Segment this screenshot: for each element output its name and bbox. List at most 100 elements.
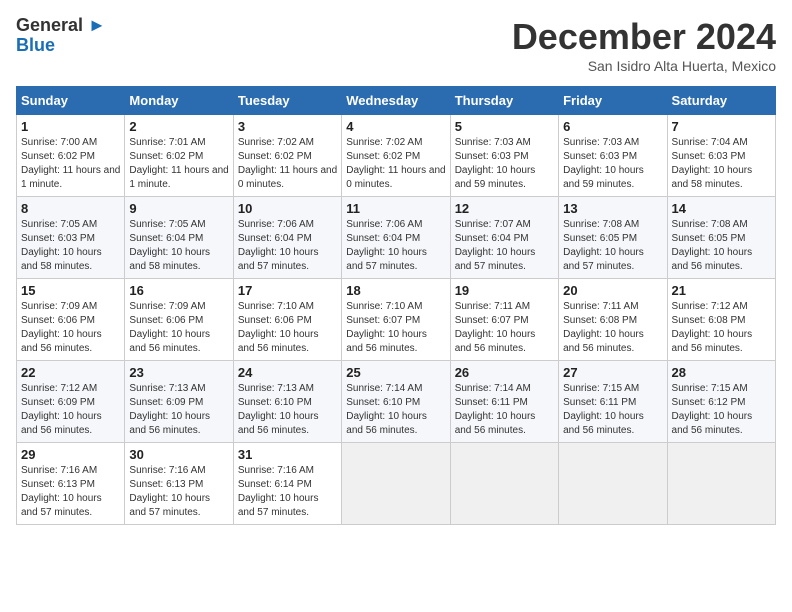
calendar-cell: 12 Sunrise: 7:07 AM Sunset: 6:04 PM Dayl… <box>450 197 558 279</box>
calendar-cell: 16 Sunrise: 7:09 AM Sunset: 6:06 PM Dayl… <box>125 279 233 361</box>
day-info: Sunrise: 7:08 AM Sunset: 6:05 PM Dayligh… <box>672 218 771 274</box>
calendar-cell: 5 Sunrise: 7:03 AM Sunset: 6:03 PM Dayli… <box>450 115 558 197</box>
day-number: 22 <box>21 365 120 380</box>
header-row: Sunday Monday Tuesday Wednesday Thursday… <box>17 87 776 115</box>
day-info: Sunrise: 7:00 AM Sunset: 6:02 PM Dayligh… <box>21 136 120 192</box>
calendar-cell <box>342 443 450 525</box>
col-monday: Monday <box>125 87 233 115</box>
day-number: 3 <box>238 119 337 134</box>
day-info: Sunrise: 7:04 AM Sunset: 6:03 PM Dayligh… <box>672 136 771 192</box>
day-number: 17 <box>238 283 337 298</box>
day-number: 30 <box>129 447 228 462</box>
calendar-cell: 21 Sunrise: 7:12 AM Sunset: 6:08 PM Dayl… <box>667 279 775 361</box>
day-number: 28 <box>672 365 771 380</box>
day-number: 18 <box>346 283 445 298</box>
logo: General ► Blue <box>16 16 106 56</box>
calendar-cell: 19 Sunrise: 7:11 AM Sunset: 6:07 PM Dayl… <box>450 279 558 361</box>
day-number: 9 <box>129 201 228 216</box>
day-info: Sunrise: 7:02 AM Sunset: 6:02 PM Dayligh… <box>238 136 337 192</box>
calendar-cell: 6 Sunrise: 7:03 AM Sunset: 6:03 PM Dayli… <box>559 115 667 197</box>
day-number: 5 <box>455 119 554 134</box>
day-number: 26 <box>455 365 554 380</box>
day-info: Sunrise: 7:09 AM Sunset: 6:06 PM Dayligh… <box>129 300 228 356</box>
calendar-cell: 28 Sunrise: 7:15 AM Sunset: 6:12 PM Dayl… <box>667 361 775 443</box>
calendar-cell: 25 Sunrise: 7:14 AM Sunset: 6:10 PM Dayl… <box>342 361 450 443</box>
day-number: 12 <box>455 201 554 216</box>
day-number: 19 <box>455 283 554 298</box>
calendar-cell <box>450 443 558 525</box>
day-info: Sunrise: 7:13 AM Sunset: 6:10 PM Dayligh… <box>238 382 337 438</box>
day-info: Sunrise: 7:13 AM Sunset: 6:09 PM Dayligh… <box>129 382 228 438</box>
calendar-week-4: 29 Sunrise: 7:16 AM Sunset: 6:13 PM Dayl… <box>17 443 776 525</box>
col-wednesday: Wednesday <box>342 87 450 115</box>
calendar-cell: 3 Sunrise: 7:02 AM Sunset: 6:02 PM Dayli… <box>233 115 341 197</box>
calendar-week-2: 15 Sunrise: 7:09 AM Sunset: 6:06 PM Dayl… <box>17 279 776 361</box>
calendar-cell: 11 Sunrise: 7:06 AM Sunset: 6:04 PM Dayl… <box>342 197 450 279</box>
month-title: December 2024 <box>512 16 776 58</box>
calendar-week-3: 22 Sunrise: 7:12 AM Sunset: 6:09 PM Dayl… <box>17 361 776 443</box>
calendar-cell <box>667 443 775 525</box>
day-info: Sunrise: 7:15 AM Sunset: 6:11 PM Dayligh… <box>563 382 662 438</box>
title-area: December 2024 San Isidro Alta Huerta, Me… <box>512 16 776 74</box>
calendar-cell: 15 Sunrise: 7:09 AM Sunset: 6:06 PM Dayl… <box>17 279 125 361</box>
day-number: 10 <box>238 201 337 216</box>
calendar-week-0: 1 Sunrise: 7:00 AM Sunset: 6:02 PM Dayli… <box>17 115 776 197</box>
day-info: Sunrise: 7:05 AM Sunset: 6:04 PM Dayligh… <box>129 218 228 274</box>
day-info: Sunrise: 7:09 AM Sunset: 6:06 PM Dayligh… <box>21 300 120 356</box>
day-info: Sunrise: 7:14 AM Sunset: 6:10 PM Dayligh… <box>346 382 445 438</box>
day-info: Sunrise: 7:11 AM Sunset: 6:08 PM Dayligh… <box>563 300 662 356</box>
day-info: Sunrise: 7:14 AM Sunset: 6:11 PM Dayligh… <box>455 382 554 438</box>
calendar-week-1: 8 Sunrise: 7:05 AM Sunset: 6:03 PM Dayli… <box>17 197 776 279</box>
day-info: Sunrise: 7:03 AM Sunset: 6:03 PM Dayligh… <box>563 136 662 192</box>
calendar-cell: 30 Sunrise: 7:16 AM Sunset: 6:13 PM Dayl… <box>125 443 233 525</box>
day-number: 31 <box>238 447 337 462</box>
calendar-cell: 1 Sunrise: 7:00 AM Sunset: 6:02 PM Dayli… <box>17 115 125 197</box>
col-thursday: Thursday <box>450 87 558 115</box>
calendar-cell: 26 Sunrise: 7:14 AM Sunset: 6:11 PM Dayl… <box>450 361 558 443</box>
day-number: 4 <box>346 119 445 134</box>
col-friday: Friday <box>559 87 667 115</box>
day-info: Sunrise: 7:05 AM Sunset: 6:03 PM Dayligh… <box>21 218 120 274</box>
day-info: Sunrise: 7:11 AM Sunset: 6:07 PM Dayligh… <box>455 300 554 356</box>
day-number: 29 <box>21 447 120 462</box>
day-info: Sunrise: 7:15 AM Sunset: 6:12 PM Dayligh… <box>672 382 771 438</box>
day-number: 7 <box>672 119 771 134</box>
calendar-cell: 13 Sunrise: 7:08 AM Sunset: 6:05 PM Dayl… <box>559 197 667 279</box>
calendar-cell: 20 Sunrise: 7:11 AM Sunset: 6:08 PM Dayl… <box>559 279 667 361</box>
day-info: Sunrise: 7:16 AM Sunset: 6:14 PM Dayligh… <box>238 464 337 520</box>
day-number: 25 <box>346 365 445 380</box>
calendar-cell <box>559 443 667 525</box>
day-number: 27 <box>563 365 662 380</box>
day-info: Sunrise: 7:12 AM Sunset: 6:09 PM Dayligh… <box>21 382 120 438</box>
col-saturday: Saturday <box>667 87 775 115</box>
day-number: 2 <box>129 119 228 134</box>
day-number: 15 <box>21 283 120 298</box>
day-number: 1 <box>21 119 120 134</box>
col-tuesday: Tuesday <box>233 87 341 115</box>
day-number: 11 <box>346 201 445 216</box>
calendar-cell: 24 Sunrise: 7:13 AM Sunset: 6:10 PM Dayl… <box>233 361 341 443</box>
calendar-cell: 29 Sunrise: 7:16 AM Sunset: 6:13 PM Dayl… <box>17 443 125 525</box>
day-info: Sunrise: 7:12 AM Sunset: 6:08 PM Dayligh… <box>672 300 771 356</box>
calendar-cell: 17 Sunrise: 7:10 AM Sunset: 6:06 PM Dayl… <box>233 279 341 361</box>
calendar-cell: 18 Sunrise: 7:10 AM Sunset: 6:07 PM Dayl… <box>342 279 450 361</box>
col-sunday: Sunday <box>17 87 125 115</box>
day-number: 24 <box>238 365 337 380</box>
day-number: 23 <box>129 365 228 380</box>
calendar-cell: 9 Sunrise: 7:05 AM Sunset: 6:04 PM Dayli… <box>125 197 233 279</box>
day-info: Sunrise: 7:16 AM Sunset: 6:13 PM Dayligh… <box>21 464 120 520</box>
day-number: 6 <box>563 119 662 134</box>
day-info: Sunrise: 7:06 AM Sunset: 6:04 PM Dayligh… <box>238 218 337 274</box>
day-number: 8 <box>21 201 120 216</box>
header: General ► Blue December 2024 San Isidro … <box>16 16 776 74</box>
calendar-cell: 27 Sunrise: 7:15 AM Sunset: 6:11 PM Dayl… <box>559 361 667 443</box>
calendar-cell: 8 Sunrise: 7:05 AM Sunset: 6:03 PM Dayli… <box>17 197 125 279</box>
day-info: Sunrise: 7:06 AM Sunset: 6:04 PM Dayligh… <box>346 218 445 274</box>
day-info: Sunrise: 7:07 AM Sunset: 6:04 PM Dayligh… <box>455 218 554 274</box>
day-info: Sunrise: 7:03 AM Sunset: 6:03 PM Dayligh… <box>455 136 554 192</box>
day-number: 21 <box>672 283 771 298</box>
calendar-cell: 4 Sunrise: 7:02 AM Sunset: 6:02 PM Dayli… <box>342 115 450 197</box>
day-info: Sunrise: 7:08 AM Sunset: 6:05 PM Dayligh… <box>563 218 662 274</box>
day-info: Sunrise: 7:10 AM Sunset: 6:07 PM Dayligh… <box>346 300 445 356</box>
day-info: Sunrise: 7:02 AM Sunset: 6:02 PM Dayligh… <box>346 136 445 192</box>
